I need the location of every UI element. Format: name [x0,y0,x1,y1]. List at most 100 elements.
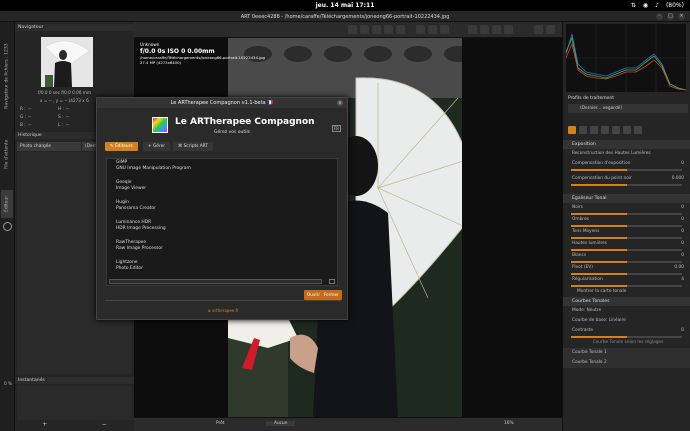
curves-section[interactable]: Courbes Tonales [563,297,690,306]
b-value: -- [28,122,32,127]
tab-exposure-icon[interactable] [568,126,576,134]
curve1-row[interactable]: Courbe Tonale 1 [563,348,690,358]
base-curve-row[interactable]: Courbe de base: Linéaire [563,316,690,326]
dialog-close-icon[interactable]: × [337,100,343,106]
editor-desc: Image Viewer [116,186,147,191]
g-label: G : [20,114,26,119]
snapshots-header[interactable]: Instantanés [15,377,134,384]
mode-row[interactable]: Mode: Neutre [563,306,690,316]
comp-expo-slider[interactable] [571,169,682,171]
tone-label: Tons Moyens [572,229,600,234]
white-balance-icon[interactable] [360,25,369,34]
tab-metadata-icon[interactable] [634,126,642,134]
tab-queue[interactable]: File d'attente [1,134,13,174]
color-picker-icon[interactable] [440,25,449,34]
comp-black-slider[interactable] [571,184,682,186]
s-value: -- [66,114,70,119]
histogram[interactable] [565,24,687,92]
panel-toggle-icon[interactable] [534,25,543,34]
tone-value[interactable]: 0 [681,215,684,225]
tab-editors[interactable]: ✎ Éditeurs [105,142,138,151]
tone-row[interactable]: Noirs 0 [563,203,690,213]
curve2-row[interactable]: Courbe Tonale 2 [563,358,690,368]
tone-value[interactable]: 0 [681,251,684,261]
tone-label: Pivot (EV) [572,265,593,270]
spot-removal-icon[interactable] [396,25,405,34]
tab-detail-icon[interactable] [579,126,587,134]
tone-row[interactable]: Pivot (EV) 0.00 [563,263,690,273]
comp-black-label: Compensation du point noir [572,176,632,181]
editor-item[interactable]: RawTherapee Raw Image Processor [116,240,163,252]
zoom-fit-icon[interactable] [416,25,425,34]
battery-label: (80%) [665,2,684,9]
crop-icon[interactable] [372,25,381,34]
navigator-header[interactable]: Navigateur [15,24,134,31]
before-after-icon[interactable] [428,25,437,34]
comp-expo-row[interactable]: Compensation d'exposition 0 [563,159,690,169]
editor-item[interactable]: Hugin Panorama Creator [116,200,156,212]
straighten-icon[interactable] [384,25,393,34]
list-scrollbar[interactable] [109,279,322,284]
tone-row[interactable]: Régularisation 4 [563,275,690,285]
snapshots-list[interactable] [17,386,132,420]
close-button[interactable]: Fermer [321,290,342,300]
settings-icon[interactable] [546,25,555,34]
tab-color-icon[interactable] [590,126,598,134]
tab-editor[interactable]: Éditeur [1,190,13,218]
contrast-row[interactable]: Contraste 0 [563,326,690,336]
r-channel-icon[interactable] [468,25,477,34]
tone-eq-section[interactable]: Égaliseur Tonal [563,194,690,203]
tone-value[interactable]: 0 [681,203,684,213]
add-snapshot-button[interactable]: + [42,421,47,431]
editor-item[interactable]: Geeqie Image Viewer [116,180,146,192]
editor-desc: Raw Image Processor [116,246,163,251]
tab-file-browser[interactable]: Navigateur de fichiers : 1233 [1,36,13,116]
b-channel-icon[interactable] [492,25,501,34]
show-map-toggle[interactable]: Montrer la carte tonale [563,287,690,297]
close-window-button[interactable]: × [678,13,685,20]
tone-value[interactable]: 4 [681,275,684,285]
tone-row[interactable]: Tons Moyens 0 [563,227,690,237]
dialog-title: Le ARTherapee Compagnon v1.1-beta 🇫🇷 [97,98,347,108]
minimize-button[interactable]: – [656,13,663,20]
tone-rows: Noirs 0 Ombres 0 Tons Moyens 0 Hautes lumières… [563,203,690,287]
editor-item[interactable]: Luminance HDR HDR Image Processing [116,220,166,232]
tab-scripts[interactable]: ⌘ Scripts ART [173,142,213,151]
lang-badge[interactable]: FR [331,125,341,132]
navigator-thumbnail[interactable] [41,37,93,87]
tab-transform-icon[interactable] [612,126,620,134]
base-curve-value[interactable]: Linéaire [609,318,626,323]
highlight-recon-row[interactable]: Reconstruction des Hautes Lumières [563,149,690,159]
r-value: -- [28,106,32,111]
maximize-button[interactable]: □ [667,13,674,20]
dialog-footer[interactable]: ⊛ artherapee.fr [97,308,349,313]
profile-select[interactable]: (Dernier... vegardé) [568,104,688,113]
contrast-value[interactable]: 0 [681,326,684,336]
tone-value[interactable]: 0 [681,227,684,237]
history-col-photo[interactable]: Photo chargée [17,142,82,151]
comp-black-row[interactable]: Compensation du point noir 0.000 [563,174,690,184]
tab-manage[interactable]: + Gérer [143,142,171,151]
tool-panel: Exposition Reconstruction des Hautes Lum… [563,140,690,368]
tab-raw-icon[interactable] [623,126,631,134]
mode-value[interactable]: Neutre [587,308,602,313]
comp-black-value[interactable]: 0.000 [672,174,684,184]
remove-snapshot-button[interactable]: − [102,421,107,431]
tab-local-icon[interactable] [601,126,609,134]
editor-item[interactable]: GIMP GNU Image Manipulation Program [116,160,191,172]
exposure-section[interactable]: Exposition [563,140,690,149]
tab-scripts-label: Scripts ART [183,144,208,149]
g-channel-icon[interactable] [480,25,489,34]
tone-value[interactable]: 0 [681,239,684,249]
system-status[interactable]: ⇅ ◉ ♪ (80%) [631,2,684,9]
tone-row[interactable]: Ombres 0 [563,215,690,225]
tone-row[interactable]: Hautes lumières 0 [563,239,690,249]
preset-select[interactable]: Aucun [266,421,296,426]
scroll-right-icon[interactable] [329,279,335,284]
comp-expo-value[interactable]: 0 [681,159,684,169]
luminance-icon[interactable] [504,25,513,34]
editor-item[interactable]: Lightzone Photo Editor [116,260,143,272]
hand-tool-icon[interactable] [348,25,357,34]
tone-value[interactable]: 0.00 [674,263,684,273]
tone-row[interactable]: Blancs 0 [563,251,690,261]
